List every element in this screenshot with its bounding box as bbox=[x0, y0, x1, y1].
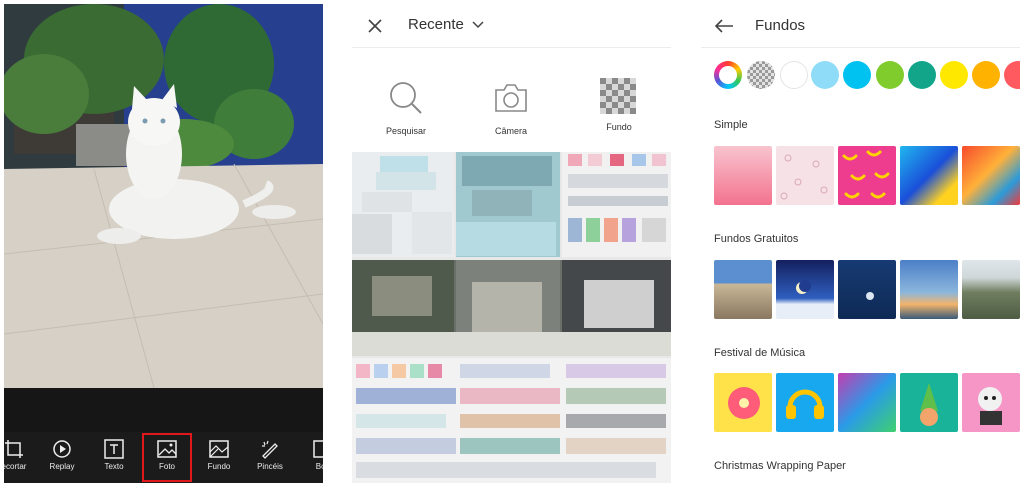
backgrounds-panel: Fundos Simple Fundos Gratuitos Festival … bbox=[701, 4, 1020, 483]
background-thumbnail[interactable] bbox=[962, 146, 1020, 205]
source-search[interactable]: Pesquisar bbox=[371, 52, 441, 152]
background-thumbnail[interactable] bbox=[776, 373, 834, 432]
backgrounds-header: Fundos bbox=[701, 4, 1020, 48]
editor-toolbar: ecortar Replay Texto Foto Fundo Pincéis … bbox=[4, 432, 323, 483]
color-swatch[interactable] bbox=[843, 61, 871, 89]
close-icon[interactable] bbox=[367, 18, 383, 34]
source-label: Pesquisar bbox=[385, 126, 427, 136]
tool-brushes[interactable]: Pincéis bbox=[246, 434, 294, 481]
album-label: Recente bbox=[408, 16, 464, 33]
tool-text[interactable]: Texto bbox=[90, 434, 138, 481]
text-icon bbox=[104, 439, 124, 459]
section-title: Festival de Música bbox=[714, 347, 806, 359]
photo-icon bbox=[157, 440, 177, 458]
source-options: Pesquisar Câmera Fundo bbox=[352, 48, 671, 152]
background-thumbnail[interactable] bbox=[962, 373, 1020, 432]
background-thumbnail[interactable] bbox=[776, 146, 834, 205]
canvas-bottom-strip bbox=[4, 388, 323, 432]
background-thumbnail[interactable] bbox=[776, 260, 834, 319]
source-label: Fundo bbox=[606, 122, 632, 132]
background-thumbnail[interactable] bbox=[900, 146, 958, 205]
tool-label: Pincéis bbox=[257, 462, 283, 471]
color-swatches bbox=[701, 58, 1020, 92]
background-thumbnail[interactable] bbox=[838, 146, 896, 205]
background-thumbnail[interactable] bbox=[714, 146, 772, 205]
canvas-photo[interactable] bbox=[4, 4, 323, 388]
section-title: Fundos Gratuitos bbox=[714, 233, 799, 245]
tool-label: Fundo bbox=[207, 462, 231, 471]
color-swatch[interactable] bbox=[811, 61, 839, 89]
color-swatch[interactable] bbox=[972, 61, 1000, 89]
source-label: Câmera bbox=[494, 126, 527, 136]
background-thumbnail[interactable] bbox=[838, 373, 896, 432]
tool-label: Foto bbox=[158, 462, 175, 471]
tool-border[interactable]: Bor bbox=[298, 434, 323, 481]
tool-label: ecortar bbox=[4, 462, 27, 471]
transparent-grid-icon bbox=[600, 78, 636, 114]
crop-icon bbox=[5, 440, 23, 458]
section-title: Simple bbox=[714, 119, 748, 131]
album-dropdown[interactable]: Recente bbox=[408, 16, 484, 33]
editor-panel: ecortar Replay Texto Foto Fundo Pincéis … bbox=[4, 4, 323, 483]
page-title: Fundos bbox=[755, 17, 806, 34]
background-thumbnail[interactable] bbox=[900, 260, 958, 319]
tool-background[interactable]: Fundo bbox=[195, 434, 243, 481]
color-picker-swatch[interactable] bbox=[714, 61, 742, 89]
background-thumbnail[interactable] bbox=[962, 260, 1020, 319]
photo-picker-panel: Recente Pesquisar Câmera Fundo bbox=[352, 4, 671, 483]
color-swatch[interactable] bbox=[1004, 61, 1020, 89]
chevron-down-icon bbox=[472, 21, 484, 29]
border-icon bbox=[313, 440, 323, 458]
picker-header: Recente bbox=[352, 4, 671, 48]
section-thumbnails bbox=[714, 373, 1020, 432]
color-swatch[interactable] bbox=[908, 61, 936, 89]
tool-replay[interactable]: Replay bbox=[38, 434, 86, 481]
recent-photos-grid[interactable] bbox=[352, 152, 671, 483]
background-thumbnail[interactable] bbox=[714, 373, 772, 432]
background-icon bbox=[209, 440, 229, 458]
section-thumbnails bbox=[714, 260, 1020, 319]
color-swatch[interactable] bbox=[940, 61, 968, 89]
section-title: Christmas Wrapping Paper bbox=[714, 460, 846, 472]
background-thumbnail[interactable] bbox=[838, 260, 896, 319]
tool-label: Texto bbox=[104, 462, 124, 471]
background-thumbnail[interactable] bbox=[714, 260, 772, 319]
tool-photo[interactable]: Foto bbox=[142, 433, 192, 482]
tool-crop[interactable]: ecortar bbox=[4, 434, 38, 481]
color-swatch[interactable] bbox=[780, 61, 808, 89]
source-background[interactable]: Fundo bbox=[584, 58, 654, 146]
replay-icon bbox=[53, 440, 71, 458]
source-camera[interactable]: Câmera bbox=[476, 52, 546, 152]
background-thumbnail[interactable] bbox=[900, 373, 958, 432]
transparent-swatch[interactable] bbox=[747, 61, 775, 89]
tool-label: Replay bbox=[49, 462, 75, 471]
back-arrow-icon[interactable] bbox=[714, 18, 734, 34]
search-icon bbox=[390, 82, 422, 114]
brush-icon bbox=[262, 440, 278, 459]
section-thumbnails bbox=[714, 146, 1020, 205]
tool-label: Bor bbox=[315, 462, 323, 471]
camera-icon bbox=[495, 84, 527, 112]
color-swatch[interactable] bbox=[876, 61, 904, 89]
